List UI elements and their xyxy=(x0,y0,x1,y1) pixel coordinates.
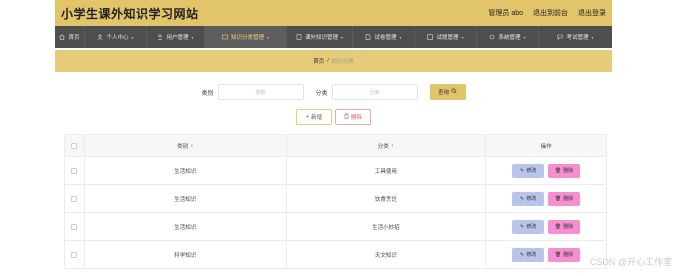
category-search-input[interactable]: 分类 xyxy=(331,84,418,100)
edit-button[interactable]: ✎ 修改 xyxy=(512,191,545,206)
cell-type: 生活知识 xyxy=(85,157,287,184)
table-row: 科学知识 天文知识 ✎ 修改 🗑 删除 xyxy=(65,241,607,269)
nav-item-personal-center[interactable]: 个人中心 ▾ xyxy=(85,26,147,48)
main-nav: 首页 个人中心 ▾ 用户管理 ▾ 知识分类管理 ▾ 课外知识管理 ▾ 试卷管理 … xyxy=(55,26,612,48)
nav-item-user-manage[interactable]: 用户管理 ▾ xyxy=(147,26,205,48)
cell-type: 生活知识 xyxy=(85,185,287,212)
paper-icon xyxy=(365,34,371,40)
home-icon xyxy=(59,34,66,40)
trash-icon: 🗑 xyxy=(554,195,562,202)
delete-button[interactable]: 🗑 删除 xyxy=(548,247,581,262)
select-all-checkbox[interactable] xyxy=(71,142,78,149)
question-icon xyxy=(427,34,434,40)
type-search-input[interactable]: 类别 xyxy=(217,84,304,100)
row-checkbox[interactable] xyxy=(71,223,78,230)
nav-item-category-manage[interactable]: 知识分类管理 ▾ xyxy=(205,26,287,48)
row-checkbox[interactable] xyxy=(71,195,78,202)
edit-button[interactable]: ✎ 修改 xyxy=(512,247,545,262)
chevron-down-icon: ▾ xyxy=(399,34,402,40)
breadcrumb: 首页 / 知识分类 xyxy=(55,50,612,72)
search-bar: 类别 类别 分类 分类 查询 xyxy=(55,83,612,101)
user-manage-icon xyxy=(157,34,163,40)
column-header-category[interactable]: 分类 ⇕ xyxy=(287,135,487,156)
trash-icon: 🗑 xyxy=(554,251,562,258)
cell-type: 科学知识 xyxy=(85,241,287,268)
logout-link[interactable]: 退出登录 xyxy=(578,8,606,18)
breadcrumb-current: 知识分类 xyxy=(331,59,354,65)
cell-type: 生活知识 xyxy=(85,213,287,240)
page: 小学生课外知识学习网站 管理员 abo 退出到前台 退出登录 首页 个人中心 ▾… xyxy=(0,0,682,276)
back-to-front-link[interactable]: 退出到前台 xyxy=(533,8,568,18)
user-icon xyxy=(97,34,103,40)
cell-category: 饮食烹饪 xyxy=(287,185,487,212)
table-header-row: 类别 ⇕ 分类 ⇕ 操作 xyxy=(65,135,607,157)
chevron-down-icon: ▾ xyxy=(191,34,194,40)
plus-icon: + xyxy=(305,114,310,120)
system-icon xyxy=(489,34,495,40)
site-title: 小学生课外知识学习网站 xyxy=(61,6,199,21)
watermark: CSDN @开心工作室 xyxy=(589,257,672,267)
nav-item-home[interactable]: 首页 xyxy=(55,26,85,48)
category-table: 类别 ⇕ 分类 ⇕ 操作 生活知识 工具使用 ✎ 修改 🗑 删除 生活知识 饮食烹饪 ✎… xyxy=(64,134,607,269)
edit-icon: ✎ xyxy=(520,251,525,258)
add-button[interactable]: + 新增 xyxy=(296,109,332,125)
table-row: 生活知识 饮食烹饪 ✎ 修改 🗑 删除 xyxy=(65,185,607,213)
admin-name: 管理员 abo xyxy=(488,10,523,17)
delete-button[interactable]: 🗑 删除 xyxy=(548,191,581,206)
cell-category: 工具使用 xyxy=(287,157,487,184)
chevron-down-icon: ▾ xyxy=(461,34,464,40)
row-checkbox[interactable] xyxy=(71,251,78,258)
breadcrumb-home[interactable]: 首页 xyxy=(313,57,324,65)
nav-item-question-manage[interactable]: 试题管理 ▾ xyxy=(415,26,477,48)
search-button[interactable]: 查询 xyxy=(429,84,466,100)
chevron-down-icon: ▾ xyxy=(591,34,594,40)
chevron-down-icon: ▾ xyxy=(131,34,134,40)
exam-icon xyxy=(557,34,563,40)
category-label: 分类 xyxy=(315,90,328,97)
chevron-down-icon: ▾ xyxy=(523,34,526,40)
nav-item-knowledge-manage[interactable]: 课外知识管理 ▾ xyxy=(287,26,353,48)
cell-category: 生活小妙招 xyxy=(287,213,487,240)
delete-button[interactable]: 🗑 删除 xyxy=(548,163,581,178)
edit-button[interactable]: ✎ 修改 xyxy=(512,219,545,234)
chevron-down-icon: ▾ xyxy=(267,34,270,40)
column-header-type[interactable]: 类别 ⇕ xyxy=(85,135,287,156)
trash-icon: 🗑 xyxy=(554,223,562,230)
header-links: 管理员 abo 退出到前台 退出登录 xyxy=(488,8,612,18)
header-bar: 小学生课外知识学习网站 管理员 abo 退出到前台 退出登录 xyxy=(55,0,612,26)
table-row: 生活知识 工具使用 ✎ 修改 🗑 删除 xyxy=(65,157,607,185)
book-icon xyxy=(296,34,302,40)
edit-icon: ✎ xyxy=(520,195,525,202)
row-checkbox[interactable] xyxy=(71,167,78,174)
sort-icon: ⇕ xyxy=(190,143,194,148)
trash-icon xyxy=(344,113,349,121)
nav-item-system-manage[interactable]: 系统管理 ▾ xyxy=(477,26,539,48)
search-icon xyxy=(451,88,457,96)
table-row: 生活知识 生活小妙招 ✎ 修改 🗑 删除 xyxy=(65,213,607,241)
edit-icon: ✎ xyxy=(520,167,525,174)
delete-button[interactable]: 🗑 删除 xyxy=(548,219,581,234)
sort-icon: ⇕ xyxy=(390,143,395,148)
edit-icon: ✎ xyxy=(520,223,525,230)
category-icon xyxy=(222,34,228,40)
batch-delete-button[interactable]: 删除 xyxy=(335,109,371,125)
column-header-ops: 操作 xyxy=(486,135,607,156)
type-label: 类别 xyxy=(201,90,214,97)
breadcrumb-separator: / xyxy=(327,58,329,64)
action-bar: + 新增 删除 xyxy=(55,109,612,125)
trash-icon: 🗑 xyxy=(554,167,562,174)
edit-button[interactable]: ✎ 修改 xyxy=(512,163,545,178)
nav-item-paper-manage[interactable]: 试卷管理 ▾ xyxy=(353,26,415,48)
nav-item-exam-manage[interactable]: 考试管理 ▾ xyxy=(539,26,612,48)
chevron-down-icon: ▾ xyxy=(341,34,344,40)
cell-category: 天文知识 xyxy=(287,241,487,268)
